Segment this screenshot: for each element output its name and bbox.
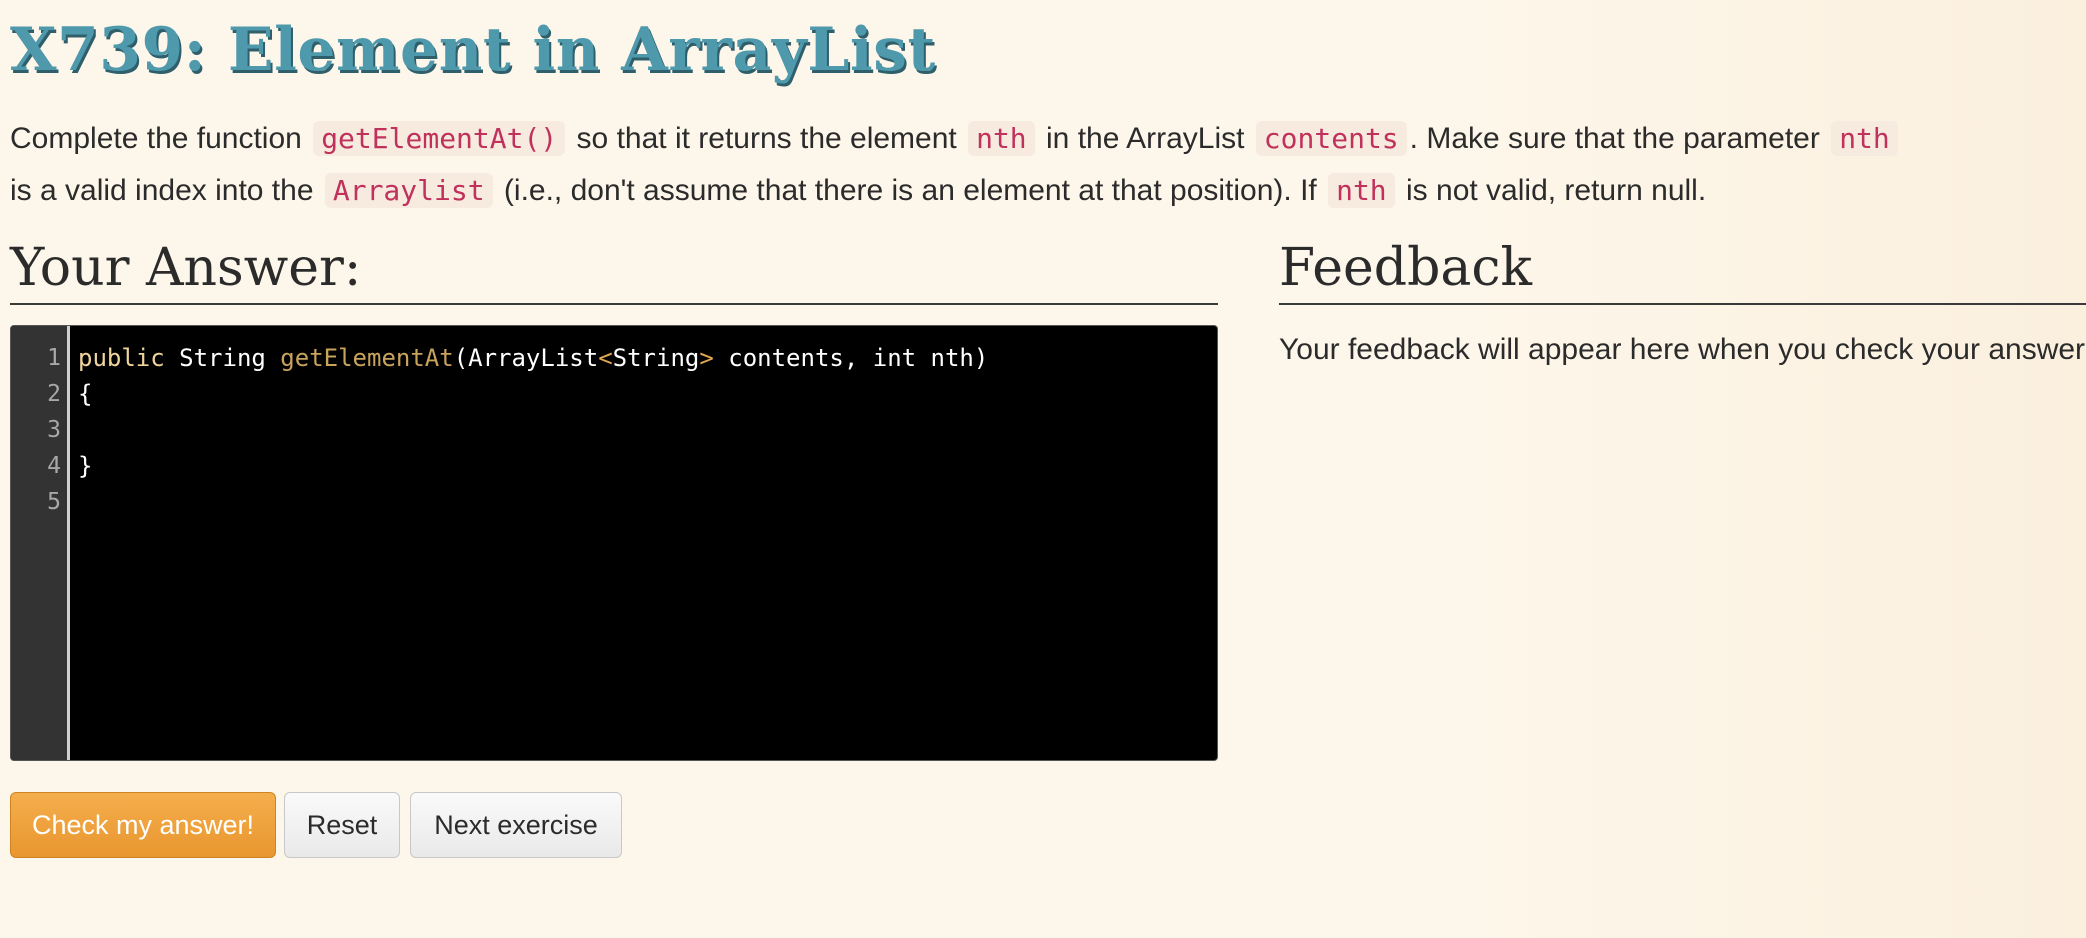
code-line[interactable]: { [78,376,1217,412]
description-text: so that it returns the element [576,122,957,155]
inline-code-function: getElementAt() [313,121,566,156]
feedback-divider [1279,303,2086,305]
code-angle-bracket: < [598,344,613,372]
line-number: 1 [47,345,61,371]
inline-code-param: nth [968,121,1035,156]
check-answer-button[interactable]: Check my answer! [10,792,276,858]
code-generic-type: String [612,344,700,372]
line-number: 5 [47,489,61,515]
line-number-gutter: 1 2 3 4 5 [11,326,70,760]
code-line[interactable]: public String getElementAt(ArrayList<Str… [78,340,1217,376]
code-text-area[interactable]: public String getElementAt(ArrayList<Str… [70,326,1217,760]
description-text: . Make sure that the parameter [1409,122,1820,155]
line-number: 4 [47,453,61,479]
description-text: (i.e., don't assume that there is an ele… [503,174,1317,207]
code-token: (ArrayList [453,344,599,372]
next-exercise-button[interactable]: Next exercise [410,792,622,858]
line-number: 3 [47,417,61,443]
description-text: is a valid index into the [10,174,314,207]
inline-code-type: Arraylist [324,173,493,208]
code-editor[interactable]: 1 2 3 4 5 public String getElementAt(Arr… [10,325,1218,761]
feedback-heading: Feedback [1279,238,1532,298]
inline-code-param: nth [1328,173,1395,208]
feedback-placeholder: Your feedback will appear here when you … [1279,333,2086,366]
code-line[interactable]: } [78,448,1217,484]
code-angle-bracket: > [699,344,714,372]
description-text: in the ArrayList [1046,122,1245,155]
your-answer-heading: Your Answer: [10,238,362,298]
answer-divider [10,303,1218,305]
description-text: Complete the function [10,122,302,155]
code-type: String [164,344,281,372]
code-function-name: getElementAt [280,344,454,372]
inline-code-param: nth [1831,121,1898,156]
code-token: contents, int nth) [713,344,989,372]
description-text: is not valid, return null. [1406,174,1707,207]
exercise-page: X739: Element in ArrayList Complete the … [0,0,2086,938]
exercise-description: Complete the function getElementAt() so … [10,113,2070,217]
reset-button[interactable]: Reset [284,792,400,858]
exercise-title: X739: Element in ArrayList [10,15,936,85]
inline-code-param: contents [1255,121,1407,156]
line-number: 2 [47,381,61,407]
code-keyword: public [78,344,165,372]
code-line[interactable] [78,484,1217,520]
code-line[interactable] [78,412,1217,448]
